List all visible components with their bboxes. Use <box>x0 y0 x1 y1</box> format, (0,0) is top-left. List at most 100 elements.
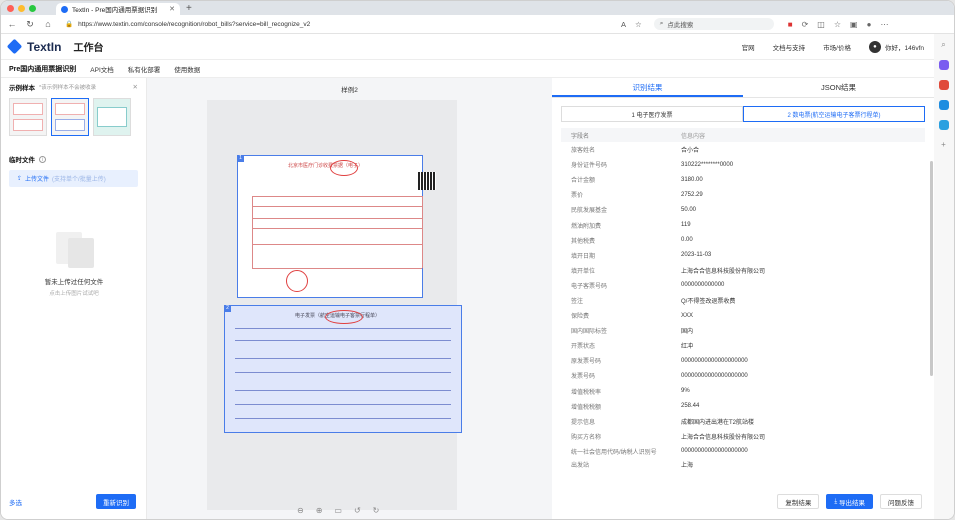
field-name: 出发站 <box>571 463 590 470</box>
field-value[interactable]: 00000000000000000000 <box>681 373 748 379</box>
close-window-button[interactable] <box>7 4 14 12</box>
qr-code-icon <box>418 172 436 190</box>
collections-icon[interactable]: ▣ <box>850 20 858 29</box>
field-value[interactable]: 0000000000000 <box>681 282 724 288</box>
split-screen-icon[interactable]: ◫ <box>817 20 825 29</box>
nav-docs[interactable]: 文档与支持 <box>773 42 806 52</box>
maximize-window-button[interactable] <box>29 4 36 12</box>
field-name: 统一社会信用代码/纳税人识别号 <box>571 449 657 456</box>
field-value[interactable]: 上海 <box>681 460 693 469</box>
field-value[interactable]: 2752.29 <box>681 192 703 198</box>
subnav-api-docs[interactable]: API文档 <box>90 64 113 74</box>
region-number-2: 2 <box>224 305 231 312</box>
sample-thumbnail-1[interactable] <box>9 98 47 136</box>
nav-official-site[interactable]: 官网 <box>742 42 755 52</box>
fit-page-icon[interactable]: ▭ <box>334 506 342 515</box>
field-value[interactable]: 合小合 <box>681 145 699 154</box>
textin-logo[interactable]: TextIn <box>6 38 62 55</box>
browser-tab[interactable]: TextIn - Pre国内通用票据识别 ✕ <box>56 3 180 15</box>
outlook-icon[interactable] <box>938 100 949 110</box>
sidebar-app-icon[interactable] <box>938 80 949 90</box>
user-menu[interactable]: ● 你好，146vfn <box>868 40 924 53</box>
field-value[interactable]: 2023-11-03 <box>681 252 711 258</box>
sample-thumbnail-2[interactable] <box>51 98 89 136</box>
subnav-usage-data[interactable]: 使用数据 <box>174 64 200 74</box>
field-value[interactable]: 上海合合信息科技股份有限公司 <box>681 266 765 275</box>
tab-title: TextIn - Pre国内通用票据识别 <box>72 7 158 14</box>
rotate-right-icon[interactable]: ↻ <box>373 506 380 515</box>
tab-json-result[interactable]: JSON结果 <box>743 78 934 97</box>
close-tab-icon[interactable]: ✕ <box>169 5 175 13</box>
field-value[interactable]: 00000000000000000000 <box>681 358 748 364</box>
sidebar-app-icon[interactable] <box>938 120 949 130</box>
empty-subtitle: 点击上传图片试试吧 <box>49 291 99 297</box>
rotate-left-icon[interactable]: ↺ <box>354 506 361 515</box>
field-value[interactable]: 9% <box>681 388 690 394</box>
info-icon[interactable]: i <box>39 155 46 163</box>
field-value[interactable]: 310222********0000 <box>681 162 733 168</box>
invoice-air-ticket[interactable]: 2 电子发票（航空运输电子客票行程单） <box>224 305 462 433</box>
document-canvas[interactable]: 1 北京市医疗门诊收费票据（电子） 2 电子发票（航空运输电子客票行程单） <box>207 100 462 510</box>
field-value[interactable]: XXX <box>681 313 693 319</box>
zoom-out-icon[interactable]: ⊖ <box>297 506 304 515</box>
field-value[interactable]: 0.00 <box>681 237 693 243</box>
export-result-button[interactable]: ⤓ 导出结果 <box>826 494 873 509</box>
reload-icon[interactable]: ↻ <box>23 19 37 30</box>
zoom-in-icon[interactable]: ⊕ <box>316 506 323 515</box>
extension-icon[interactable]: ■ <box>788 20 793 29</box>
home-icon[interactable]: ⌂ <box>41 19 55 29</box>
feedback-button[interactable]: 问题反馈 <box>880 494 922 509</box>
field-value[interactable]: 119 <box>681 222 691 228</box>
favorite-star-icon[interactable]: ☆ <box>635 20 642 29</box>
sidebar-app-icon[interactable] <box>938 60 949 70</box>
table-row: 国内国际标签 国内 <box>561 323 925 338</box>
profile-icon[interactable]: ● <box>867 20 872 29</box>
subnav-private-deploy[interactable]: 私有化部署 <box>128 64 161 74</box>
field-value[interactable]: 上海合合信息科技股份有限公司 <box>681 432 765 441</box>
search-icon: ⌕ <box>659 20 664 27</box>
field-value[interactable]: 258.44 <box>681 403 699 409</box>
field-value[interactable]: 红冲 <box>681 341 693 350</box>
field-value[interactable]: Q/不得签改退票收费 <box>681 296 735 305</box>
table-row: 出发站 上海 <box>561 459 925 471</box>
back-icon[interactable]: ← <box>5 19 19 29</box>
sample-thumbnail-3[interactable] <box>93 98 131 136</box>
refresh-extension-icon[interactable]: ⟳ <box>802 20 809 29</box>
field-value[interactable]: 国内 <box>681 326 693 335</box>
field-value[interactable]: 50.00 <box>681 207 696 213</box>
favorites-icon[interactable]: ☆ <box>834 20 841 29</box>
upload-button[interactable]: ⇪ 上传文件 (支持单个/批量上传) <box>9 170 138 187</box>
field-name: 合计金额 <box>571 178 596 185</box>
browser-search-field[interactable]: ⌕ 点此搜索 <box>653 18 774 30</box>
tab-recognition-result[interactable]: 识别结果 <box>552 78 743 97</box>
segment-air-ticket[interactable]: 2 数电票(航空运输电子客票行程单) <box>743 106 925 122</box>
sidebar-search-icon[interactable]: ⌕ <box>941 40 945 50</box>
header-field-name: 字段名 <box>571 133 590 140</box>
minimize-window-button[interactable] <box>18 4 25 12</box>
field-value[interactable]: 3180.00 <box>681 177 703 183</box>
read-aloud-icon[interactable]: A <box>621 20 626 29</box>
field-name: 填开单位 <box>571 268 596 275</box>
left-footer: 多选 重新识别 <box>9 494 136 509</box>
invoice-medical[interactable]: 1 北京市医疗门诊收费票据（电子） <box>237 155 436 298</box>
field-value[interactable]: 00000000000000000000 <box>681 448 748 454</box>
field-name: 购买方名称 <box>571 434 602 441</box>
collapse-samples-icon[interactable]: ✕ <box>133 83 138 91</box>
field-name: 燃油附加费 <box>571 223 602 230</box>
field-value[interactable]: 成都国内进出港在T2航站楼 <box>681 417 754 426</box>
scrollbar[interactable] <box>930 161 933 376</box>
add-sidebar-app-icon[interactable]: + <box>941 140 946 149</box>
url-field[interactable]: 🔒 https://www.textin.com/console/recogni… <box>65 20 621 29</box>
new-tab-icon[interactable]: + <box>186 3 192 14</box>
nav-market[interactable]: 市场/价格 <box>823 42 851 52</box>
table-row: 增值税税率 9% <box>561 384 925 399</box>
seal-stamp-icon <box>286 270 308 292</box>
browser-window: TextIn - Pre国内通用票据识别 ✕ + ← ↻ ⌂ 🔒 https:/… <box>0 0 955 520</box>
table-row: 保险费 XXX <box>561 308 925 323</box>
multi-select-link[interactable]: 多选 <box>9 497 22 507</box>
segment-medical-invoice[interactable]: 1 电子医疗发票 <box>561 106 743 122</box>
logo-text: TextIn <box>27 39 62 54</box>
copy-result-button[interactable]: 复制结果 <box>777 494 820 509</box>
re-recognize-button[interactable]: 重新识别 <box>96 494 136 509</box>
more-menu-icon[interactable]: ⋯ <box>880 20 888 29</box>
